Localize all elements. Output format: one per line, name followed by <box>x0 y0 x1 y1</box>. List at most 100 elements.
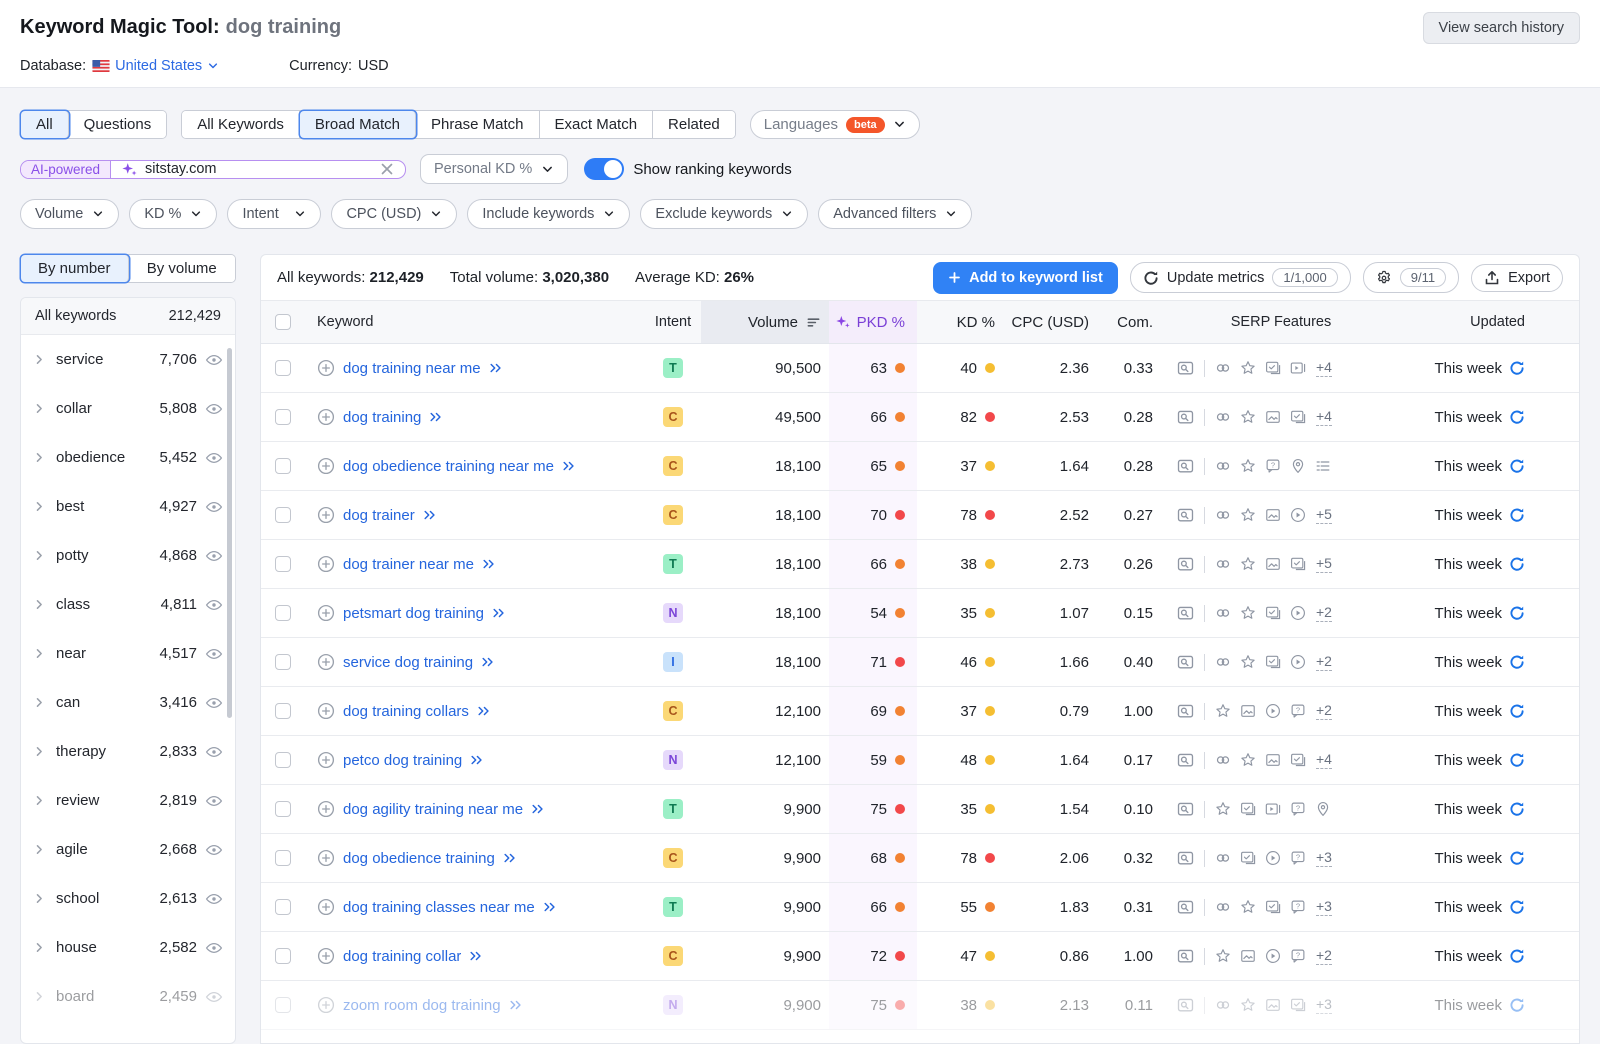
add-keyword-icon[interactable] <box>317 702 335 720</box>
filter-kd[interactable]: KD % <box>129 199 217 229</box>
keyword-link[interactable]: petco dog training <box>343 752 462 769</box>
sidebar-scrollbar[interactable] <box>227 348 232 718</box>
header-updated[interactable]: Updated <box>1399 301 1579 343</box>
tab-broad-match[interactable]: Broad Match <box>300 111 416 138</box>
show-ranking-toggle[interactable] <box>584 158 624 180</box>
open-keyword-icon[interactable] <box>562 459 576 473</box>
add-keyword-icon[interactable] <box>317 996 335 1014</box>
row-checkbox[interactable] <box>275 752 291 768</box>
open-keyword-icon[interactable] <box>482 557 496 571</box>
refresh-keyword-icon[interactable] <box>1509 997 1525 1013</box>
database-selector[interactable]: United States <box>92 58 219 74</box>
keyword-group-item[interactable]: potty 4,868 <box>21 531 235 580</box>
refresh-keyword-icon[interactable] <box>1509 850 1525 866</box>
serp-preview-icon[interactable] <box>1177 409 1194 426</box>
row-checkbox[interactable] <box>275 654 291 670</box>
keyword-group-item[interactable]: best 4,927 <box>21 482 235 531</box>
keyword-group-item[interactable]: therapy 2,833 <box>21 727 235 776</box>
open-keyword-icon[interactable] <box>531 802 545 816</box>
keyword-link[interactable]: zoom room dog training <box>343 997 501 1014</box>
header-com[interactable]: Com. <box>1097 301 1163 343</box>
open-keyword-icon[interactable] <box>543 900 557 914</box>
keyword-link[interactable]: dog training near me <box>343 360 481 377</box>
add-keyword-icon[interactable] <box>317 604 335 622</box>
serp-more-count[interactable]: +4 <box>1316 751 1332 768</box>
keyword-group-item[interactable]: collar 5,808 <box>21 384 235 433</box>
eye-icon[interactable] <box>205 645 223 663</box>
keyword-link[interactable]: service dog training <box>343 654 473 671</box>
eye-icon[interactable] <box>205 988 223 1006</box>
serp-more-count[interactable]: +2 <box>1316 947 1332 964</box>
add-keyword-icon[interactable] <box>317 653 335 671</box>
personal-kd-dropdown[interactable]: Personal KD % <box>420 154 568 184</box>
serp-more-count[interactable]: +5 <box>1316 555 1332 572</box>
open-keyword-icon[interactable] <box>489 361 503 375</box>
serp-preview-icon[interactable] <box>1177 360 1194 377</box>
keyword-link[interactable]: dog agility training near me <box>343 801 523 818</box>
tab-by-volume[interactable]: By volume <box>129 255 236 282</box>
keyword-group-item[interactable]: class 4,811 <box>21 580 235 629</box>
add-keyword-icon[interactable] <box>317 898 335 916</box>
eye-icon[interactable] <box>205 351 223 369</box>
serp-more-count[interactable]: +3 <box>1316 898 1332 915</box>
refresh-keyword-icon[interactable] <box>1509 507 1525 523</box>
header-keyword[interactable]: Keyword <box>305 301 645 343</box>
keyword-group-item[interactable]: service 7,706 <box>21 335 235 384</box>
open-keyword-icon[interactable] <box>470 753 484 767</box>
row-checkbox[interactable] <box>275 801 291 817</box>
row-checkbox[interactable] <box>275 997 291 1013</box>
add-keyword-icon[interactable] <box>317 555 335 573</box>
all-keywords-row[interactable]: All keywords 212,429 <box>21 298 235 335</box>
keyword-link[interactable]: dog trainer <box>343 507 415 524</box>
tab-by-number[interactable]: By number <box>21 255 129 282</box>
keyword-group-item[interactable]: board 2,459 <box>21 972 235 1021</box>
serp-preview-icon[interactable] <box>1177 458 1194 475</box>
open-keyword-icon[interactable] <box>509 998 523 1012</box>
clear-input-icon[interactable] <box>379 161 395 177</box>
serp-preview-icon[interactable] <box>1177 556 1194 573</box>
eye-icon[interactable] <box>205 400 223 418</box>
settings-button[interactable]: 9/11 <box>1363 262 1459 293</box>
serp-more-count[interactable]: +4 <box>1316 359 1332 376</box>
serp-preview-icon[interactable] <box>1177 605 1194 622</box>
eye-icon[interactable] <box>205 743 223 761</box>
filter-exclude-keywords[interactable]: Exclude keywords <box>640 199 808 229</box>
eye-icon[interactable] <box>205 449 223 467</box>
refresh-keyword-icon[interactable] <box>1509 654 1525 670</box>
open-keyword-icon[interactable] <box>469 949 483 963</box>
open-keyword-icon[interactable] <box>429 410 443 424</box>
keyword-link[interactable]: dog training classes near me <box>343 899 535 916</box>
serp-preview-icon[interactable] <box>1177 948 1194 965</box>
refresh-keyword-icon[interactable] <box>1509 409 1525 425</box>
refresh-keyword-icon[interactable] <box>1509 458 1525 474</box>
eye-icon[interactable] <box>205 547 223 565</box>
serp-preview-icon[interactable] <box>1177 752 1194 769</box>
domain-input[interactable] <box>145 161 372 177</box>
filter-intent[interactable]: Intent <box>227 199 321 229</box>
header-cpc[interactable]: CPC (USD) <box>1003 301 1097 343</box>
keyword-link[interactable]: dog obedience training <box>343 850 495 867</box>
add-to-keyword-list-button[interactable]: Add to keyword list <box>933 262 1118 294</box>
eye-icon[interactable] <box>205 694 223 712</box>
header-kd[interactable]: KD % <box>917 301 1003 343</box>
eye-icon[interactable] <box>205 890 223 908</box>
serp-preview-icon[interactable] <box>1177 654 1194 671</box>
row-checkbox[interactable] <box>275 556 291 572</box>
open-keyword-icon[interactable] <box>423 508 437 522</box>
filter-include-keywords[interactable]: Include keywords <box>467 199 630 229</box>
tab-questions[interactable]: Questions <box>69 111 167 138</box>
keyword-link[interactable]: dog trainer near me <box>343 556 474 573</box>
header-pkd[interactable]: PKD % <box>829 301 917 343</box>
serp-more-count[interactable]: +3 <box>1316 996 1332 1013</box>
keyword-link[interactable]: dog training collars <box>343 703 469 720</box>
tab-all-keywords[interactable]: All Keywords <box>182 111 300 138</box>
header-volume[interactable]: Volume <box>701 301 829 343</box>
tab-related[interactable]: Related <box>653 111 735 138</box>
open-keyword-icon[interactable] <box>503 851 517 865</box>
add-keyword-icon[interactable] <box>317 506 335 524</box>
serp-more-count[interactable]: +2 <box>1316 702 1332 719</box>
add-keyword-icon[interactable] <box>317 800 335 818</box>
keyword-group-item[interactable]: school 2,613 <box>21 874 235 923</box>
row-checkbox[interactable] <box>275 507 291 523</box>
refresh-keyword-icon[interactable] <box>1509 801 1525 817</box>
